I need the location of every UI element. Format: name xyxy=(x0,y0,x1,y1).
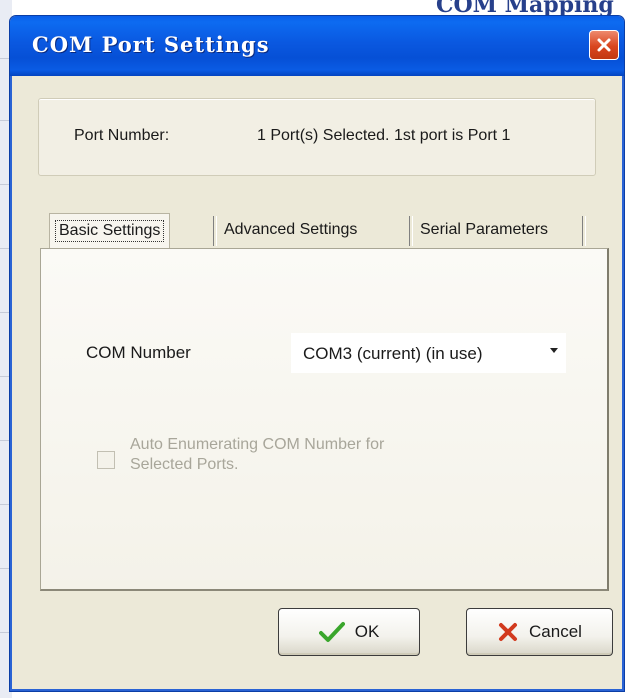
title-bar[interactable]: COM Port Settings xyxy=(10,16,624,76)
auto-enumerate-label: Auto Enumerating COM Number for Selected… xyxy=(130,435,490,475)
cancel-button-label: Cancel xyxy=(529,622,582,641)
cancel-x-icon xyxy=(499,623,518,641)
tab-serial-parameters[interactable]: Serial Parameters xyxy=(413,213,555,247)
close-icon xyxy=(597,38,611,52)
close-button[interactable] xyxy=(589,30,619,60)
com-number-select[interactable]: COM3 (current) (in use) xyxy=(291,333,566,373)
ok-button-label: OK xyxy=(354,622,380,641)
basic-settings-panel: COM Number COM3 (current) (in use) Auto … xyxy=(40,248,609,591)
tab-basic-settings[interactable]: Basic Settings xyxy=(49,213,171,248)
tab-advanced-settings[interactable]: Advanced Settings xyxy=(217,213,364,247)
auto-enumerate-label-line2: Selected Ports. xyxy=(130,456,239,473)
port-number-value: 1 Port(s) Selected. 1st port is Port 1 xyxy=(257,127,511,144)
tab-serial-parameters-label: Serial Parameters xyxy=(420,221,549,238)
auto-enumerate-checkbox[interactable] xyxy=(97,451,115,469)
dialog-title: COM Port Settings xyxy=(32,32,270,57)
port-number-label: Port Number: xyxy=(74,127,170,144)
com-number-label: COM Number xyxy=(86,343,191,362)
cancel-button[interactable]: Cancel xyxy=(466,608,613,656)
chevron-down-icon[interactable] xyxy=(550,348,558,353)
check-icon xyxy=(318,622,345,642)
com-number-value: COM3 (current) (in use) xyxy=(303,344,483,363)
tab-separator xyxy=(582,216,586,246)
auto-enumerate-label-line1: Auto Enumerating COM Number for xyxy=(130,436,385,453)
com-port-settings-dialog: COM Port Settings Port Number: 1 Port(s)… xyxy=(9,15,625,692)
settings-tabs: Basic Settings Advanced Settings Serial … xyxy=(49,213,589,249)
tab-basic-settings-label: Basic Settings xyxy=(54,220,165,242)
dialog-body: Port Number: 1 Port(s) Selected. 1st por… xyxy=(14,76,620,687)
ok-button[interactable]: OK xyxy=(278,608,420,656)
port-info-group: Port Number: 1 Port(s) Selected. 1st por… xyxy=(38,98,596,176)
tab-advanced-settings-label: Advanced Settings xyxy=(224,221,358,238)
